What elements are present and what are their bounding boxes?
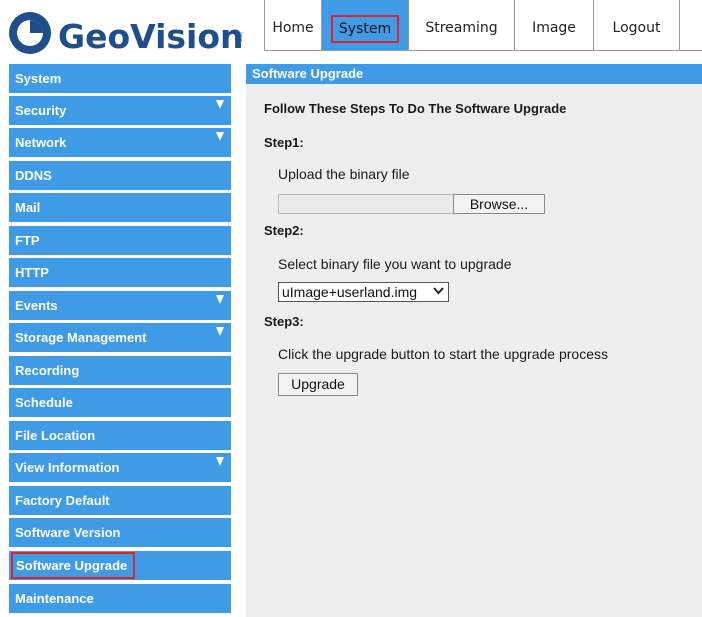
sidebar-item-network[interactable]: Network — [9, 128, 231, 157]
sidebar-item-label: HTTP — [15, 265, 49, 280]
tab-home-label: Home — [272, 20, 314, 36]
upgrade-button[interactable]: Upgrade — [278, 373, 358, 396]
sidebar-item-label: Software Upgrade — [11, 552, 136, 579]
tab-image[interactable]: Image — [515, 0, 594, 50]
tab-home[interactable]: Home — [264, 0, 322, 50]
sidebar-item-label: Security — [15, 103, 67, 118]
sidebar-item-ftp[interactable]: FTP — [9, 226, 231, 255]
tab-streaming[interactable]: Streaming — [409, 0, 515, 50]
sidebar: System Security Network DDNS Mail FTP HT… — [9, 64, 231, 617]
top-nav: Home System Streaming Image Logout — [264, 0, 702, 51]
logo-wordmark: GeoVision — [58, 17, 244, 56]
sidebar-item-maintenance[interactable]: Maintenance — [9, 584, 231, 613]
dropdown-arrow-icon — [216, 457, 224, 466]
sidebar-item-label: Schedule — [15, 395, 73, 410]
sidebar-item-label: System — [15, 71, 62, 86]
sidebar-item-label: FTP — [15, 233, 40, 248]
dropdown-arrow-icon — [216, 295, 224, 304]
sidebar-item-label: File Location — [15, 428, 96, 443]
file-path-field[interactable] — [278, 194, 454, 214]
step2-label: Step2: — [264, 223, 304, 238]
sidebar-item-http[interactable]: HTTP — [9, 258, 231, 287]
sidebar-item-system[interactable]: System — [9, 64, 231, 93]
binary-file-select-value: uImage+userland.img — [282, 284, 418, 300]
sidebar-item-label: Software Version — [15, 525, 121, 540]
browse-button[interactable]: Browse... — [453, 194, 545, 214]
dropdown-arrow-icon — [216, 100, 224, 109]
step1-text: Upload the binary file — [278, 166, 410, 182]
page-heading: Follow These Steps To Do The Software Up… — [264, 101, 567, 116]
step1-label: Step1: — [264, 135, 304, 150]
sidebar-item-label: Events — [15, 298, 58, 313]
logo-icon — [9, 12, 51, 54]
sidebar-item-factory-default[interactable]: Factory Default — [9, 486, 231, 515]
dropdown-arrow-icon — [216, 132, 224, 141]
sidebar-item-file-location[interactable]: File Location — [9, 421, 231, 450]
sidebar-item-label: Maintenance — [15, 591, 94, 606]
sidebar-item-label: Network — [15, 135, 67, 150]
chevron-down-icon — [433, 287, 444, 295]
step3-label: Step3: — [264, 314, 304, 329]
sidebar-item-view-information[interactable]: View Information — [9, 453, 231, 482]
sidebar-item-label: Storage Management — [15, 330, 147, 345]
sidebar-item-label: Recording — [15, 363, 80, 378]
content-header: Software Upgrade — [246, 64, 702, 84]
sidebar-item-ddns[interactable]: DDNS — [9, 161, 231, 190]
sidebar-item-software-upgrade[interactable]: Software Upgrade — [9, 551, 231, 580]
dropdown-arrow-icon — [216, 327, 224, 336]
sidebar-item-mail[interactable]: Mail — [9, 193, 231, 222]
tab-system[interactable]: System — [322, 0, 409, 50]
main-content: Software Upgrade Follow These Steps To D… — [246, 64, 702, 617]
sidebar-item-events[interactable]: Events — [9, 291, 231, 320]
tab-logout-label: Logout — [612, 20, 661, 36]
geovision-logo: GeoVision inc — [6, 8, 248, 58]
tab-image-label: Image — [532, 20, 576, 36]
sidebar-item-security[interactable]: Security — [9, 96, 231, 125]
step2-text: Select binary file you want to upgrade — [278, 256, 512, 272]
sidebar-item-label: Mail — [15, 200, 41, 215]
sidebar-item-recording[interactable]: Recording — [9, 356, 231, 385]
sidebar-item-storage-management[interactable]: Storage Management — [9, 323, 231, 352]
tab-system-label: System — [330, 15, 400, 43]
sidebar-item-label: Factory Default — [15, 493, 110, 508]
binary-file-select[interactable]: uImage+userland.img — [278, 282, 449, 302]
sidebar-item-label: View Information — [15, 460, 120, 475]
logo-suffix: inc — [236, 32, 244, 42]
tab-logout[interactable]: Logout — [594, 0, 680, 50]
sidebar-item-software-version[interactable]: Software Version — [9, 518, 231, 547]
sidebar-item-label: DDNS — [15, 168, 52, 183]
sidebar-item-schedule[interactable]: Schedule — [9, 388, 231, 417]
step3-text: Click the upgrade button to start the up… — [278, 346, 608, 362]
tab-streaming-label: Streaming — [425, 20, 498, 36]
